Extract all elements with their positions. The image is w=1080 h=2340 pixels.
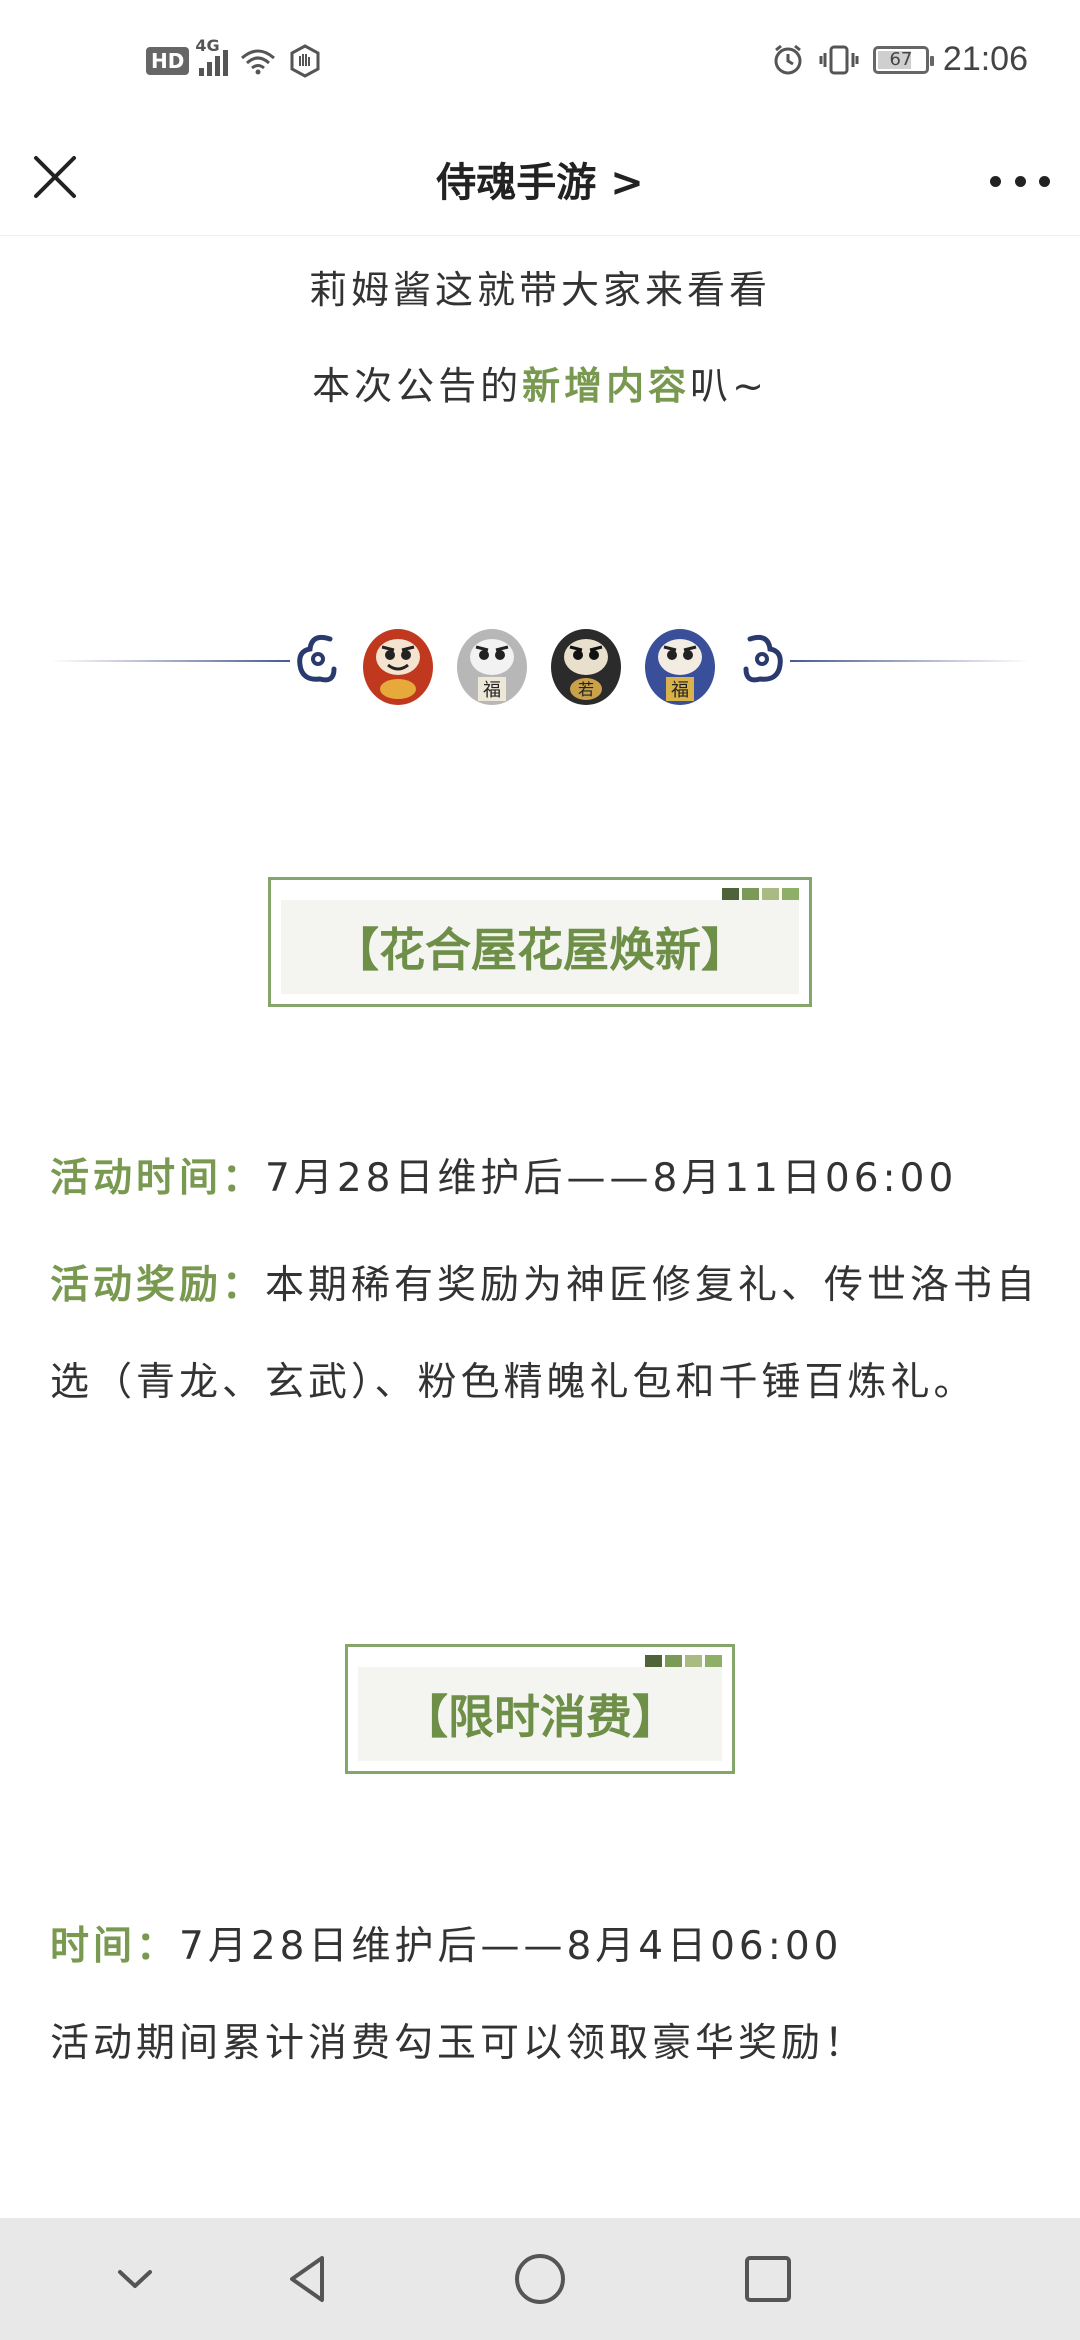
spend-time-value: 7月28日维护后——8月4日06:00: [179, 1924, 843, 1969]
hd-icon: HD: [146, 47, 190, 75]
activity-time-value: 7月28日维护后——8月11日06:00: [265, 1156, 958, 1201]
cloud-swirl-icon: [743, 634, 783, 683]
daruma-divider: 福 若 福: [50, 611, 1030, 711]
spend-time-line: 时间：7月28日维护后——8月4日06:00: [50, 1917, 1040, 1977]
clock: 21:06: [942, 40, 1028, 78]
system-nav-bar: [0, 2218, 1080, 2340]
home-icon[interactable]: [509, 2248, 571, 2310]
intro-line-2: 本次公告的新增内容叭~: [0, 355, 1080, 410]
activity-reward-label: 活动奖励：: [50, 1263, 266, 1308]
chevron-down-icon[interactable]: [104, 2248, 166, 2310]
section-title-2: 【限时消费】: [402, 1690, 678, 1744]
account-title-link[interactable]: 侍魂手游 >: [0, 150, 1080, 208]
signal-icon: 4G: [195, 36, 229, 76]
section-title-1: 【花合屋花屋焕新】: [333, 923, 747, 977]
spend-time-label: 时间：: [50, 1924, 180, 1969]
back-icon[interactable]: [278, 2248, 340, 2310]
intro-highlight: 新增内容: [522, 364, 691, 408]
battery-level: 67: [889, 48, 913, 70]
daruma-label-3: 福: [671, 680, 689, 701]
daruma-silver-icon: 福: [457, 629, 527, 705]
hand-icon: [290, 44, 320, 78]
intro-prefix: 本次公告的: [312, 364, 523, 408]
alarm-icon: [774, 44, 802, 74]
spend-description: 活动期间累计消费勾玉可以领取豪华奖励！: [50, 2021, 868, 2066]
wifi-icon: [241, 49, 276, 75]
daruma-red-icon: [363, 629, 433, 705]
status-right: 67 21:06: [771, 40, 1028, 79]
daruma-black-icon: 若: [551, 629, 621, 705]
intro-line-1: 莉姆酱这就带大家来看看: [308, 268, 771, 312]
network-type-label: 4G: [195, 36, 220, 55]
activity-time-label: 活动时间：: [50, 1156, 266, 1201]
vibrate-icon: [819, 45, 859, 74]
daruma-label-2: 若: [578, 680, 594, 699]
activity-reward-paragraph: 活动奖励：本期稀有奖励为神匠修复礼、传世洛书自选（青龙、玄武）、粉色精魄礼包和千…: [50, 1237, 1040, 1431]
more-options-icon[interactable]: [990, 166, 1050, 196]
section-header-flower-shop: 【花合屋花屋焕新】: [268, 877, 812, 1007]
activity-time-line: 活动时间：7月28日维护后——8月11日06:00: [50, 1149, 1040, 1209]
section-header-limited-spend: 【限时消费】: [345, 1644, 735, 1774]
title-bar: 侍魂手游 >: [0, 130, 1080, 236]
intro-suffix: 叭~: [690, 364, 768, 408]
daruma-label-1: 福: [483, 680, 501, 701]
cloud-swirl-icon: [297, 634, 337, 683]
recents-icon[interactable]: [737, 2248, 799, 2310]
status-bar: HD 4G 67 21:06: [0, 0, 1080, 130]
battery-icon: 67: [872, 45, 934, 74]
status-left: HD 4G: [146, 36, 322, 78]
daruma-blue-icon: 福: [645, 629, 715, 705]
